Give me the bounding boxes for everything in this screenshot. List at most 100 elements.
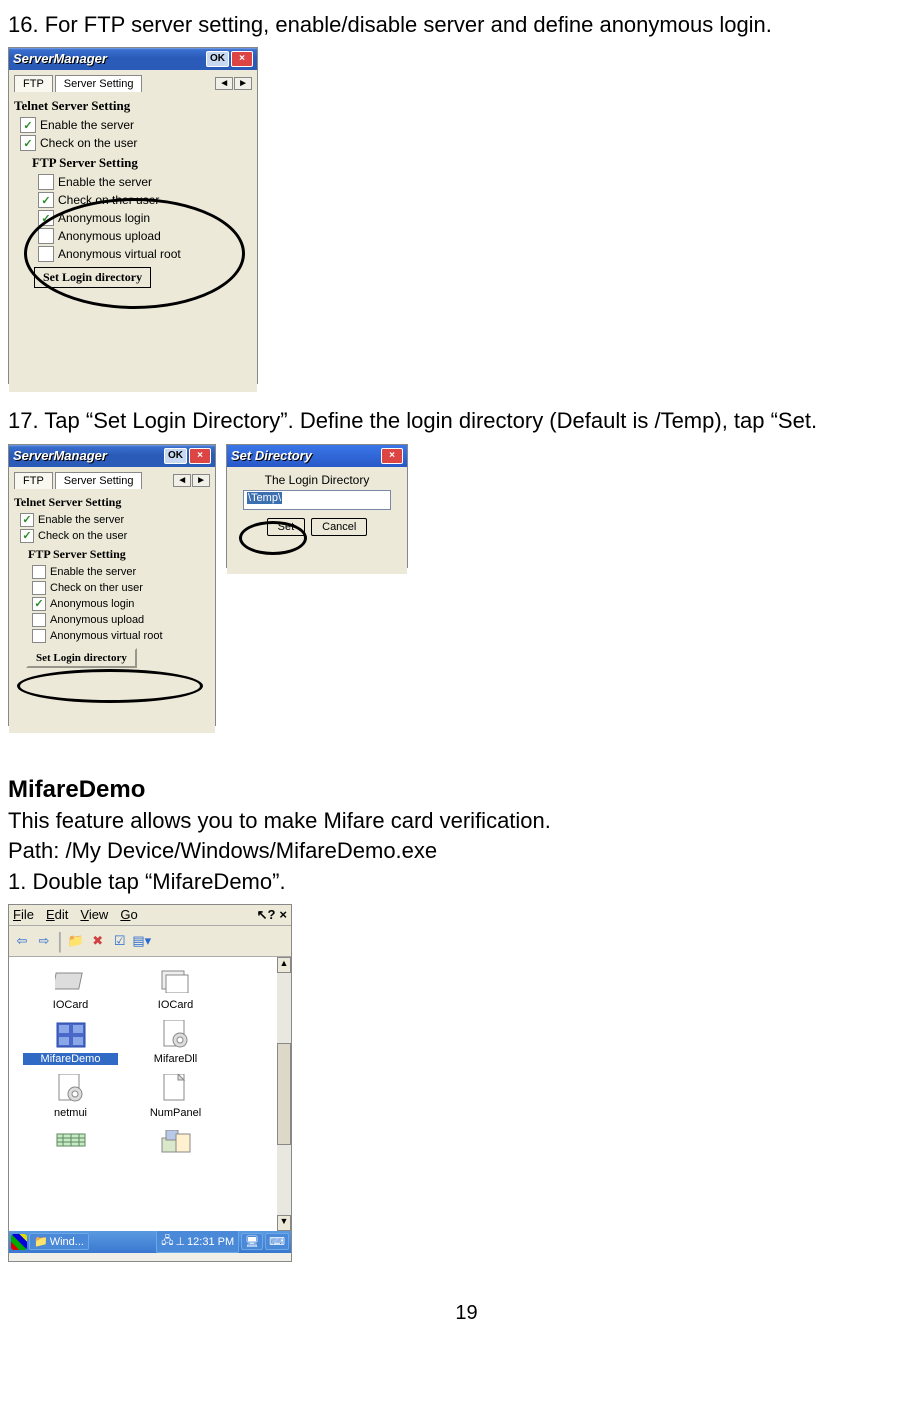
menu-edit[interactable]: Edit bbox=[46, 907, 68, 922]
delete-icon[interactable]: ✖ bbox=[89, 932, 107, 950]
set-login-directory-button[interactable]: Set Login directory bbox=[34, 267, 151, 288]
titlebar-2: ServerManager OK × bbox=[9, 445, 215, 467]
file-partial-2[interactable] bbox=[128, 1127, 223, 1161]
start-menu-icon[interactable] bbox=[11, 1234, 27, 1250]
close-icon-setdir[interactable]: × bbox=[381, 448, 403, 464]
titlebar-setdir-title: Set Directory bbox=[231, 447, 312, 465]
label-ftp-enable: Enable the server bbox=[58, 175, 152, 189]
close-icon-explorer[interactable]: × bbox=[279, 907, 287, 922]
label-ftp-anon-login-2: Anonymous login bbox=[50, 598, 134, 610]
tab-scroll-right-icon[interactable]: ► bbox=[234, 77, 252, 90]
label-ftp-anon-upload-2: Anonymous upload bbox=[50, 614, 144, 626]
set-button[interactable]: Set bbox=[267, 518, 306, 536]
checkbox-telnet-enable[interactable]: ✓ bbox=[20, 117, 36, 133]
label-telnet-enable-2: Enable the server bbox=[38, 514, 124, 526]
folder-icon: 📁 bbox=[34, 1235, 48, 1248]
label-ftp-anon-upload: Anonymous upload bbox=[58, 229, 161, 243]
checkbox-telnet-enable-2[interactable]: ✓ bbox=[20, 513, 34, 527]
app-icon bbox=[53, 1019, 89, 1051]
scroll-down-icon[interactable]: ▼ bbox=[277, 1215, 291, 1231]
volume-icon: ⊥ bbox=[175, 1235, 185, 1248]
help-icon[interactable]: ↖? bbox=[257, 907, 276, 923]
taskbar-window-button[interactable]: 📁 Wind... bbox=[29, 1233, 89, 1250]
keyboard-icon bbox=[53, 1127, 89, 1159]
tab-scroll-left-icon[interactable]: ◄ bbox=[215, 77, 233, 90]
ok-button[interactable]: OK bbox=[206, 51, 229, 67]
mifare-path: Path: /My Device/Windows/MifareDemo.exe bbox=[8, 838, 917, 864]
scroll-thumb[interactable] bbox=[277, 1043, 291, 1145]
forward-icon[interactable]: ⇨ bbox=[35, 932, 53, 950]
checkbox-ftp-anon-upload-2[interactable] bbox=[32, 613, 46, 627]
checkbox-telnet-checkuser-2[interactable]: ✓ bbox=[20, 529, 34, 543]
menu-file[interactable]: File bbox=[13, 907, 34, 922]
file-partial-1[interactable] bbox=[23, 1127, 118, 1161]
regedit-icon bbox=[158, 1127, 194, 1159]
scrollbar[interactable]: ▲ ▼ bbox=[277, 957, 291, 1231]
checkbox-ftp-checkuser[interactable]: ✓ bbox=[38, 192, 54, 208]
label-ftp-enable-2: Enable the server bbox=[50, 566, 136, 578]
menubar: File Edit View Go ↖? × bbox=[9, 905, 291, 926]
file-mifaredll[interactable]: MifareDll bbox=[128, 1019, 223, 1065]
file-numpanel[interactable]: NumPanel bbox=[128, 1073, 223, 1119]
tab-server-setting[interactable]: Server Setting bbox=[55, 75, 143, 92]
checkbox-ftp-anon-upload[interactable] bbox=[38, 228, 54, 244]
step17-text: 17. Tap “Set Login Directory”. Define th… bbox=[8, 408, 917, 434]
back-icon[interactable]: ⇦ bbox=[13, 932, 31, 950]
mifare-heading: MifareDemo bbox=[8, 776, 917, 804]
menu-view[interactable]: View bbox=[80, 907, 108, 922]
tab-scroll-right-icon-2[interactable]: ► bbox=[192, 474, 210, 487]
menu-go[interactable]: Go bbox=[120, 907, 137, 922]
taskbar: 📁 Wind... 🖧 ⊥ 12:31 PM 🖥 ⌨ bbox=[9, 1231, 291, 1253]
checkbox-ftp-anon-login[interactable]: ✓ bbox=[38, 210, 54, 226]
close-icon[interactable]: × bbox=[231, 51, 253, 67]
properties-icon[interactable]: ☑ bbox=[111, 932, 129, 950]
set-login-directory-button-2[interactable]: Set Login directory bbox=[26, 648, 137, 668]
dll-icon bbox=[53, 1073, 89, 1105]
step16-text: 16. For FTP server setting, enable/disab… bbox=[8, 12, 917, 38]
tab-ftp-2[interactable]: FTP bbox=[14, 472, 53, 489]
screenshot-set-directory: Set Directory × The Login Directory \Tem… bbox=[226, 444, 408, 568]
taskbar-desktop-icon[interactable]: 🖥 bbox=[241, 1233, 263, 1250]
tab-scroll-left-icon-2[interactable]: ◄ bbox=[173, 474, 191, 487]
card-icon bbox=[53, 965, 89, 997]
titlebar-title-2: ServerManager bbox=[13, 447, 107, 465]
titlebar-title: ServerManager bbox=[13, 50, 107, 68]
file-generic-icon bbox=[158, 1073, 194, 1105]
login-directory-label: The Login Directory bbox=[232, 473, 402, 487]
tab-ftp[interactable]: FTP bbox=[14, 75, 53, 92]
tab-server-setting-2[interactable]: Server Setting bbox=[55, 472, 143, 489]
page-number: 19 bbox=[8, 1302, 917, 1325]
taskbar-time: 12:31 PM bbox=[187, 1236, 234, 1248]
checkbox-ftp-enable-2[interactable] bbox=[32, 565, 46, 579]
screenshot-explorer: File Edit View Go ↖? × ⇦ ⇨ | 📁 ✖ ☑ ▤▾ IO… bbox=[8, 904, 292, 1262]
file-mifaredemo[interactable]: MifareDemo bbox=[23, 1019, 118, 1065]
checkbox-ftp-anon-vroot[interactable] bbox=[38, 246, 54, 262]
checkbox-ftp-enable[interactable] bbox=[38, 174, 54, 190]
taskbar-sip-icon[interactable]: ⌨ bbox=[265, 1233, 289, 1250]
checkbox-ftp-checkuser-2[interactable] bbox=[32, 581, 46, 595]
file-iocard-1[interactable]: IOCard bbox=[23, 965, 118, 1011]
login-directory-input[interactable]: \Temp\ bbox=[243, 490, 391, 510]
ftp-group-title-2: FTP Server Setting bbox=[28, 547, 210, 562]
dll-icon bbox=[158, 1019, 194, 1051]
label-telnet-checkuser: Check on the user bbox=[40, 136, 137, 150]
titlebar-setdir: Set Directory × bbox=[227, 445, 407, 467]
file-iocard-2[interactable]: IOCard bbox=[128, 965, 223, 1011]
checkbox-telnet-checkuser[interactable]: ✓ bbox=[20, 135, 36, 151]
ftp-group-title: FTP Server Setting bbox=[32, 155, 252, 171]
scroll-up-icon[interactable]: ▲ bbox=[277, 957, 291, 973]
cancel-button[interactable]: Cancel bbox=[311, 518, 367, 536]
label-ftp-anon-login: Anonymous login bbox=[58, 211, 150, 225]
screenshot-servermanager-2: ServerManager OK × FTP Server Setting ◄ … bbox=[8, 444, 216, 726]
label-ftp-anon-vroot-2: Anonymous virtual root bbox=[50, 630, 163, 642]
ok-button-2[interactable]: OK bbox=[164, 448, 187, 464]
checkbox-ftp-anon-login-2[interactable]: ✓ bbox=[32, 597, 46, 611]
up-folder-icon[interactable]: 📁 bbox=[67, 932, 85, 950]
close-icon-2[interactable]: × bbox=[189, 448, 211, 464]
checkbox-ftp-anon-vroot-2[interactable] bbox=[32, 629, 46, 643]
mifare-step1: 1. Double tap “MifareDemo”. bbox=[8, 869, 917, 895]
taskbar-systray[interactable]: 🖧 ⊥ 12:31 PM bbox=[156, 1230, 239, 1253]
view-mode-icon[interactable]: ▤▾ bbox=[133, 932, 151, 950]
file-netmui[interactable]: netmui bbox=[23, 1073, 118, 1119]
mifare-desc: This feature allows you to make Mifare c… bbox=[8, 808, 917, 834]
